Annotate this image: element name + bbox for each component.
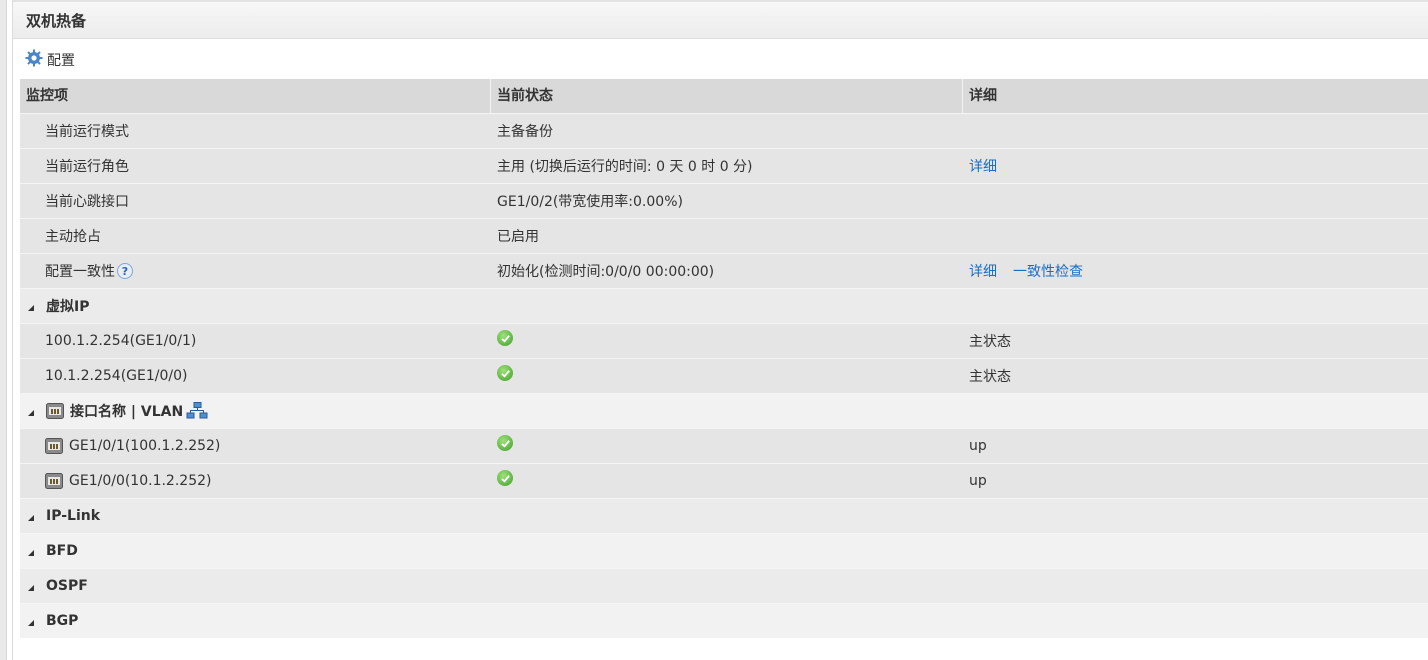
network-topology-icon[interactable] xyxy=(186,402,208,420)
header-monitor-item[interactable]: 监控项 xyxy=(20,79,491,113)
row-detail: up xyxy=(969,473,987,489)
detail-link[interactable]: 详细 xyxy=(969,156,997,176)
header-current-status[interactable]: 当前状态 xyxy=(491,79,963,113)
row-detail: 主状态 xyxy=(969,334,1011,350)
row-item-label: 10.1.2.254(GE1/0/0) xyxy=(45,368,188,384)
row-status-value: GE1/0/2(带宽使用率:0.00%) xyxy=(497,194,683,210)
group-label: 接口名称 | VLAN xyxy=(70,404,184,420)
row-status xyxy=(491,435,963,451)
row-item: 配置一致性 ? xyxy=(20,261,491,281)
page-title: 双机热备 xyxy=(13,0,1428,39)
table-row: 10.1.2.254(GE1/0/0) 主状态 xyxy=(20,358,1428,393)
row-status xyxy=(491,470,963,486)
group-header: OSPF xyxy=(20,578,88,594)
group-header: IP-Link xyxy=(20,508,100,524)
row-item-label: 100.1.2.254(GE1/0/1) xyxy=(45,333,197,349)
interface-icon xyxy=(46,403,64,419)
row-status-value: 主用 (切换后运行的时间: 0 天 0 时 0 分) xyxy=(497,159,753,175)
table-row: 当前心跳接口 GE1/0/2(带宽使用率:0.00%) xyxy=(20,183,1428,218)
group-header: 接口名称 | VLAN xyxy=(20,401,208,421)
group-header: BGP xyxy=(20,613,78,629)
row-item-label: 当前运行模式 xyxy=(45,124,129,140)
check-circle-icon xyxy=(497,435,513,451)
group-interface-vlan[interactable]: 接口名称 | VLAN xyxy=(20,393,1428,428)
table-row: 当前运行模式 主备备份 xyxy=(20,113,1428,148)
group-ip-link[interactable]: IP-Link xyxy=(20,498,1428,533)
group-label: OSPF xyxy=(46,578,88,594)
row-item-label: 当前心跳接口 xyxy=(45,194,129,210)
left-frame-edge xyxy=(0,0,7,660)
collapse-arrow-icon[interactable] xyxy=(28,304,34,311)
group-label: BGP xyxy=(46,613,79,629)
hot-standby-panel: 双机热备 配置 监控项 当前状态 详细 当前运行模式 主备备份 当前运行角色 主… xyxy=(12,0,1428,660)
group-virtual-ip[interactable]: 虚拟IP xyxy=(20,288,1428,323)
interface-icon xyxy=(45,438,63,454)
table-row: 配置一致性 ? 初始化(检测时间:0/0/0 00:00:00) 详细 一致性检… xyxy=(20,253,1428,288)
table-header: 监控项 当前状态 详细 xyxy=(20,79,1428,113)
row-detail: 主状态 xyxy=(969,369,1011,385)
group-label: IP-Link xyxy=(46,508,101,524)
gear-icon xyxy=(25,49,43,71)
toolbar: 配置 xyxy=(13,39,1428,81)
consistency-check-link[interactable]: 一致性检查 xyxy=(1013,261,1083,281)
header-detail[interactable]: 详细 xyxy=(963,79,1428,113)
table-row: GE1/0/0(10.1.2.252) up xyxy=(20,463,1428,498)
table-row: 当前运行角色 主用 (切换后运行的时间: 0 天 0 时 0 分) 详细 xyxy=(20,148,1428,183)
row-item: GE1/0/0(10.1.2.252) xyxy=(20,473,491,489)
collapse-arrow-icon[interactable] xyxy=(28,619,34,626)
group-bfd[interactable]: BFD xyxy=(20,533,1428,568)
group-bgp[interactable]: BGP xyxy=(20,603,1428,638)
row-item-label: GE1/0/0(10.1.2.252) xyxy=(69,473,212,489)
row-status xyxy=(491,365,963,381)
table-row: GE1/0/1(100.1.2.252) up xyxy=(20,428,1428,463)
group-header: BFD xyxy=(20,543,78,559)
group-label: BFD xyxy=(46,543,78,559)
row-item-label: 主动抢占 xyxy=(45,229,101,245)
group-label: 虚拟IP xyxy=(46,299,90,315)
collapse-arrow-icon[interactable] xyxy=(28,549,34,556)
collapse-arrow-icon[interactable] xyxy=(28,409,34,416)
row-detail: 详细 一致性检查 xyxy=(963,261,1428,281)
row-status-value: 初始化(检测时间:0/0/0 00:00:00) xyxy=(497,264,715,280)
detail-link[interactable]: 详细 xyxy=(969,261,997,281)
help-icon[interactable]: ? xyxy=(117,263,133,279)
row-status-value: 主备备份 xyxy=(497,124,553,140)
collapse-arrow-icon[interactable] xyxy=(28,584,34,591)
collapse-arrow-icon[interactable] xyxy=(28,514,34,521)
check-circle-icon xyxy=(497,330,513,346)
check-circle-icon xyxy=(497,470,513,486)
row-detail: 详细 xyxy=(963,156,1428,176)
group-header: 虚拟IP xyxy=(20,296,89,316)
config-button[interactable]: 配置 xyxy=(25,49,75,71)
interface-icon xyxy=(45,473,63,489)
row-item-label: 当前运行角色 xyxy=(45,159,129,175)
row-status xyxy=(491,330,963,346)
table-row: 主动抢占 已启用 xyxy=(20,218,1428,253)
monitor-table: 监控项 当前状态 详细 当前运行模式 主备备份 当前运行角色 主用 (切换后运行… xyxy=(20,79,1428,638)
row-item-label: 配置一致性 xyxy=(45,264,115,280)
row-item-label: GE1/0/1(100.1.2.252) xyxy=(69,438,221,454)
row-status-value: 已启用 xyxy=(497,229,539,245)
table-row: 100.1.2.254(GE1/0/1) 主状态 xyxy=(20,323,1428,358)
group-ospf[interactable]: OSPF xyxy=(20,568,1428,603)
config-label: 配置 xyxy=(47,53,75,69)
row-detail: up xyxy=(969,438,987,454)
row-item: GE1/0/1(100.1.2.252) xyxy=(20,438,491,454)
check-circle-icon xyxy=(497,365,513,381)
